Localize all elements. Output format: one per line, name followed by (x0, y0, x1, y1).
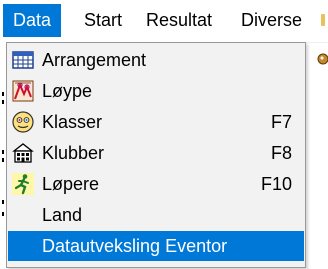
menubar-overflow-mark (321, 14, 325, 26)
menu-item-label: Løype (42, 81, 93, 101)
menu-item-label: Arrangement (42, 50, 147, 70)
menu-item-label: Land (42, 205, 83, 225)
data-dropdown-menu: Arrangement Løype Klasser F7 Klubber F8 … (6, 42, 306, 268)
menu-item-label: Klasser (42, 112, 103, 132)
menu-item-label: Klubber (42, 143, 105, 163)
clubs-building-icon (12, 143, 34, 163)
menu-item-datautveksling-eventor[interactable]: Datautveksling Eventor (8, 231, 304, 261)
menu-item-land[interactable]: Land (8, 200, 304, 230)
menu-item-loype[interactable]: Løype (8, 76, 304, 106)
menu-item-label: Løpere (42, 174, 100, 194)
background-toolbar-icon (317, 53, 328, 65)
menu-resultat[interactable]: Resultat (146, 4, 212, 37)
menubar: Data Start Resultat Diverse (0, 0, 328, 43)
screen: Data Start Resultat Diverse Arrangement … (0, 0, 328, 269)
menu-start[interactable]: Start (84, 4, 122, 37)
menu-item-klubber[interactable]: Klubber F8 (8, 138, 304, 168)
calendar-grid-icon (12, 51, 34, 69)
menu-item-label: Datautveksling Eventor (42, 236, 228, 256)
menu-data[interactable]: Data (3, 4, 62, 37)
menu-diverse[interactable]: Diverse (241, 4, 302, 37)
classes-face-icon (12, 111, 34, 133)
runner-icon (12, 173, 34, 195)
course-map-icon (12, 80, 34, 102)
menu-item-shortcut: F10 (260, 174, 292, 194)
menu-item-klasser[interactable]: Klasser F7 (8, 107, 304, 137)
menu-item-arrangement[interactable]: Arrangement (8, 45, 304, 75)
menu-item-shortcut: F7 (270, 112, 292, 132)
menu-item-lopere[interactable]: Løpere F10 (8, 169, 304, 199)
menu-item-shortcut: F8 (270, 143, 292, 163)
